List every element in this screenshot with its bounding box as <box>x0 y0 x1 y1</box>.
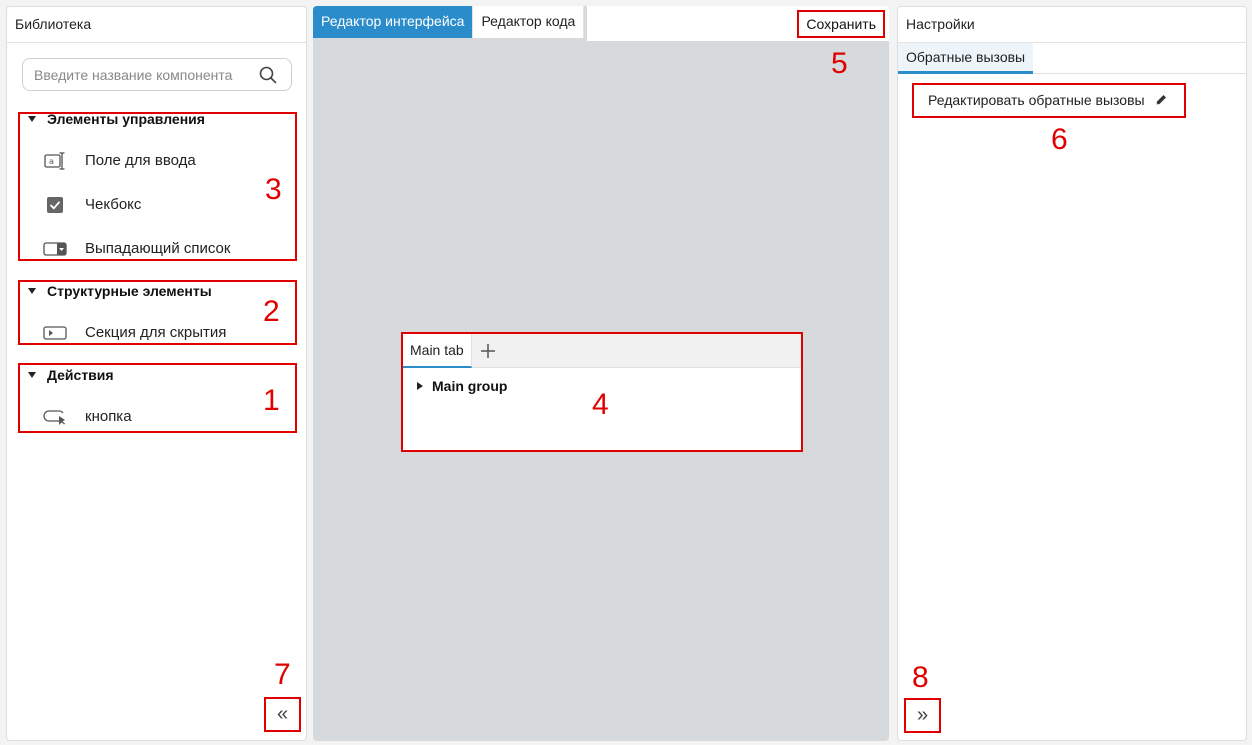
double-chevron-right-icon: » <box>916 704 929 726</box>
section-title-structural: Структурные элементы <box>47 283 212 299</box>
text-input-icon: a <box>43 150 67 172</box>
library-item-dropdown[interactable]: Выпадающий список <box>43 237 283 261</box>
double-chevron-left-icon: « <box>276 703 289 725</box>
library-item-label: Чекбокс <box>85 196 142 213</box>
annotation-8: 8 <box>912 661 929 694</box>
tab-callbacks[interactable]: Обратные вызовы <box>898 43 1034 74</box>
collapse-triangle-icon <box>28 288 36 294</box>
annotation-7: 7 <box>274 658 291 691</box>
section-header-actions[interactable]: Действия <box>28 367 114 383</box>
library-item-label: Выпадающий список <box>85 240 231 257</box>
collapsible-section-icon <box>43 322 67 344</box>
expand-triangle-icon <box>417 382 423 390</box>
collapse-library-button[interactable]: « <box>264 697 301 732</box>
component-search-input[interactable] <box>23 59 243 90</box>
tab-main[interactable]: Main tab <box>403 334 472 368</box>
tab-ui-editor[interactable]: Редактор интерфейса <box>313 6 474 38</box>
collapse-triangle-icon <box>28 372 36 378</box>
settings-panel: Настройки Обратные вызовы Редактировать … <box>897 6 1247 741</box>
pencil-icon <box>1155 95 1166 105</box>
edit-callbacks-label: Редактировать обратные вызовы <box>928 92 1145 108</box>
library-item-label: Секция для скрытия <box>85 324 227 341</box>
tab-code-editor[interactable]: Редактор кода <box>473 6 585 38</box>
button-icon <box>43 406 67 428</box>
section-header-structural[interactable]: Структурные элементы <box>28 283 212 299</box>
settings-title: Настройки <box>898 7 1246 43</box>
canvas-tabs: Main tab <box>403 334 801 368</box>
library-item-label: Поле для ввода <box>85 152 196 169</box>
search-icon[interactable] <box>259 66 277 84</box>
library-title: Библиотека <box>7 7 306 43</box>
annotation-5: 5 <box>831 47 848 80</box>
editor-panel: Редактор интерфейса Редактор кода Сохран… <box>313 6 889 741</box>
annotation-2: 2 <box>263 295 280 328</box>
svg-text:a: a <box>49 157 54 166</box>
section-title-actions: Действия <box>47 367 114 383</box>
annotation-6: 6 <box>1051 123 1068 156</box>
editor-tabs: Редактор интерфейса Редактор кода <box>313 6 585 38</box>
checkbox-icon <box>43 194 67 216</box>
canvas-form[interactable]: Main tab Main group 4 <box>401 332 803 452</box>
main-group-label: Main group <box>432 378 508 394</box>
section-title-controls: Элементы управления <box>47 111 205 127</box>
main-group-row[interactable]: Main group <box>417 378 507 394</box>
library-item-button[interactable]: кнопка <box>43 405 283 429</box>
annotation-1: 1 <box>263 384 280 417</box>
library-item-collapsible-section[interactable]: Секция для скрытия <box>43 321 283 345</box>
collapse-settings-button[interactable]: » <box>904 698 941 733</box>
annotation-4: 4 <box>592 388 609 421</box>
edit-callbacks-button[interactable]: Редактировать обратные вызовы <box>912 83 1186 118</box>
dropdown-icon <box>43 238 67 260</box>
add-tab-button[interactable] <box>472 334 504 368</box>
library-item-text-input[interactable]: a Поле для ввода <box>43 149 283 173</box>
component-search[interactable] <box>22 58 292 91</box>
library-item-checkbox[interactable]: Чекбокс <box>43 193 283 217</box>
collapse-triangle-icon <box>28 116 36 122</box>
save-button[interactable]: Сохранить <box>797 10 885 38</box>
annotation-3: 3 <box>265 173 282 206</box>
library-panel: Библиотека Элементы управления a Поле дл… <box>6 6 307 741</box>
section-header-controls[interactable]: Элементы управления <box>28 111 205 127</box>
library-item-label: кнопка <box>85 408 132 425</box>
plus-icon <box>480 344 495 358</box>
